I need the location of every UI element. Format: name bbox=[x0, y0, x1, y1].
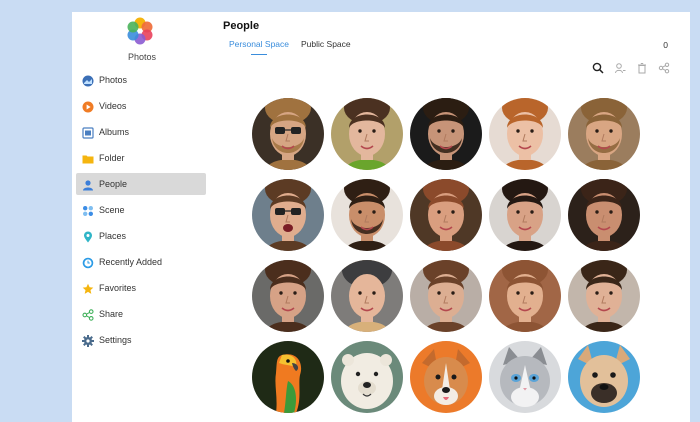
face-image bbox=[568, 98, 640, 170]
sidebar-item-people[interactable]: People bbox=[76, 173, 206, 195]
person-thumbnail-pug-dog[interactable] bbox=[568, 341, 640, 413]
person-thumbnail-woman-freckles[interactable] bbox=[410, 179, 482, 251]
person-thumbnail-polar-bear[interactable] bbox=[331, 341, 403, 413]
clock-icon bbox=[82, 256, 94, 269]
star-icon bbox=[82, 282, 94, 294]
face-image bbox=[489, 98, 561, 170]
sidebar-item-label: Recently Added bbox=[99, 257, 163, 267]
sidebar-item-label: Scene bbox=[99, 205, 125, 215]
share-icon bbox=[82, 308, 94, 321]
person-icon bbox=[82, 178, 94, 191]
app-logo-area: Photos bbox=[72, 12, 212, 70]
person-thumbnail-woman-red-hair[interactable] bbox=[489, 98, 561, 170]
sidebar-item-recently-added[interactable]: Recently Added bbox=[76, 251, 206, 273]
sidebar-item-favorites[interactable]: Favorites bbox=[76, 277, 206, 299]
video-play-icon bbox=[82, 100, 94, 113]
add-person-icon[interactable] bbox=[614, 62, 626, 74]
main-content: People Personal Space Public Space 0 bbox=[222, 12, 690, 422]
person-thumbnail-woman-green-top[interactable] bbox=[331, 98, 403, 170]
sidebar-item-label: Folder bbox=[99, 153, 125, 163]
sidebar-item-photos[interactable]: Photos bbox=[76, 69, 206, 91]
face-image bbox=[410, 341, 482, 413]
face-image bbox=[568, 260, 640, 332]
sidebar-nav: Photos Videos Albums Folder People Scene Place… bbox=[76, 69, 206, 355]
face-image bbox=[252, 341, 324, 413]
search-icon[interactable] bbox=[592, 62, 604, 74]
tab-personal-space[interactable]: Personal Space bbox=[229, 39, 289, 55]
face-image bbox=[489, 260, 561, 332]
face-image bbox=[252, 179, 324, 251]
face-image bbox=[568, 341, 640, 413]
people-count: 0 bbox=[663, 40, 668, 50]
sidebar-item-videos[interactable]: Videos bbox=[76, 95, 206, 117]
person-thumbnail-man-phone[interactable] bbox=[331, 179, 403, 251]
face-image bbox=[331, 260, 403, 332]
face-image bbox=[331, 341, 403, 413]
face-image bbox=[252, 260, 324, 332]
app-title: Photos bbox=[127, 52, 157, 62]
toolbar bbox=[582, 62, 670, 74]
sidebar-item-label: People bbox=[99, 179, 128, 189]
albums-icon bbox=[82, 126, 94, 139]
person-thumbnail-woman-beanie[interactable] bbox=[331, 260, 403, 332]
sidebar-item-places[interactable]: Places bbox=[76, 225, 206, 247]
location-pin-icon bbox=[82, 230, 94, 243]
person-thumbnail-woman-long-hair[interactable] bbox=[410, 260, 482, 332]
person-thumbnail-woman-bangs-red-lips[interactable] bbox=[489, 260, 561, 332]
face-image bbox=[410, 260, 482, 332]
person-thumbnail-parrot[interactable] bbox=[252, 341, 324, 413]
face-image bbox=[489, 179, 561, 251]
sidebar-item-albums[interactable]: Albums bbox=[76, 121, 206, 143]
sidebar-item-scene[interactable]: Scene bbox=[76, 199, 206, 221]
face-image bbox=[489, 341, 561, 413]
person-thumbnail-man-glasses-beard[interactable] bbox=[252, 98, 324, 170]
person-thumbnail-woman-sunglasses[interactable] bbox=[252, 179, 324, 251]
app-window: Photos Photos Videos Albums Folder People Sce… bbox=[72, 12, 690, 422]
gear-icon bbox=[82, 334, 94, 347]
sidebar-item-label: Places bbox=[99, 231, 127, 241]
sidebar: Photos Photos Videos Albums Folder People Sce… bbox=[72, 12, 212, 422]
sidebar-item-label: Albums bbox=[99, 127, 130, 137]
delete-icon[interactable] bbox=[636, 62, 648, 74]
person-thumbnail-woman-side-profile[interactable] bbox=[568, 179, 640, 251]
person-thumbnail-cat[interactable] bbox=[489, 341, 561, 413]
sidebar-item-label: Share bbox=[99, 309, 124, 319]
sidebar-item-label: Videos bbox=[99, 101, 127, 111]
folder-icon bbox=[82, 152, 94, 164]
face-image bbox=[410, 98, 482, 170]
tab-public-space[interactable]: Public Space bbox=[301, 39, 351, 55]
share-icon[interactable] bbox=[658, 62, 670, 74]
photos-icon bbox=[82, 74, 94, 87]
face-image bbox=[252, 98, 324, 170]
page-title: People bbox=[223, 20, 260, 32]
person-thumbnail-man-dark-bg[interactable] bbox=[410, 98, 482, 170]
face-image bbox=[331, 179, 403, 251]
tab-bar: Personal Space Public Space bbox=[229, 39, 363, 55]
sidebar-item-share[interactable]: Share bbox=[76, 303, 206, 325]
sidebar-item-label: Settings bbox=[99, 335, 132, 345]
sidebar-item-label: Photos bbox=[99, 75, 128, 85]
people-grid bbox=[252, 98, 652, 413]
sidebar-item-label: Favorites bbox=[99, 283, 137, 293]
face-image bbox=[331, 98, 403, 170]
person-thumbnail-woman-dark-hair-smile[interactable] bbox=[489, 179, 561, 251]
scene-icon bbox=[82, 204, 94, 216]
face-image bbox=[568, 179, 640, 251]
person-thumbnail-woman-brunette[interactable] bbox=[252, 260, 324, 332]
sidebar-item-folder[interactable]: Folder bbox=[76, 147, 206, 169]
person-thumbnail-man-smiling-beard[interactable] bbox=[568, 98, 640, 170]
photos-logo-icon bbox=[127, 17, 153, 45]
person-thumbnail-man-smiling-young[interactable] bbox=[568, 260, 640, 332]
face-image bbox=[410, 179, 482, 251]
person-thumbnail-corgi[interactable] bbox=[410, 341, 482, 413]
sidebar-item-settings[interactable]: Settings bbox=[76, 329, 206, 351]
